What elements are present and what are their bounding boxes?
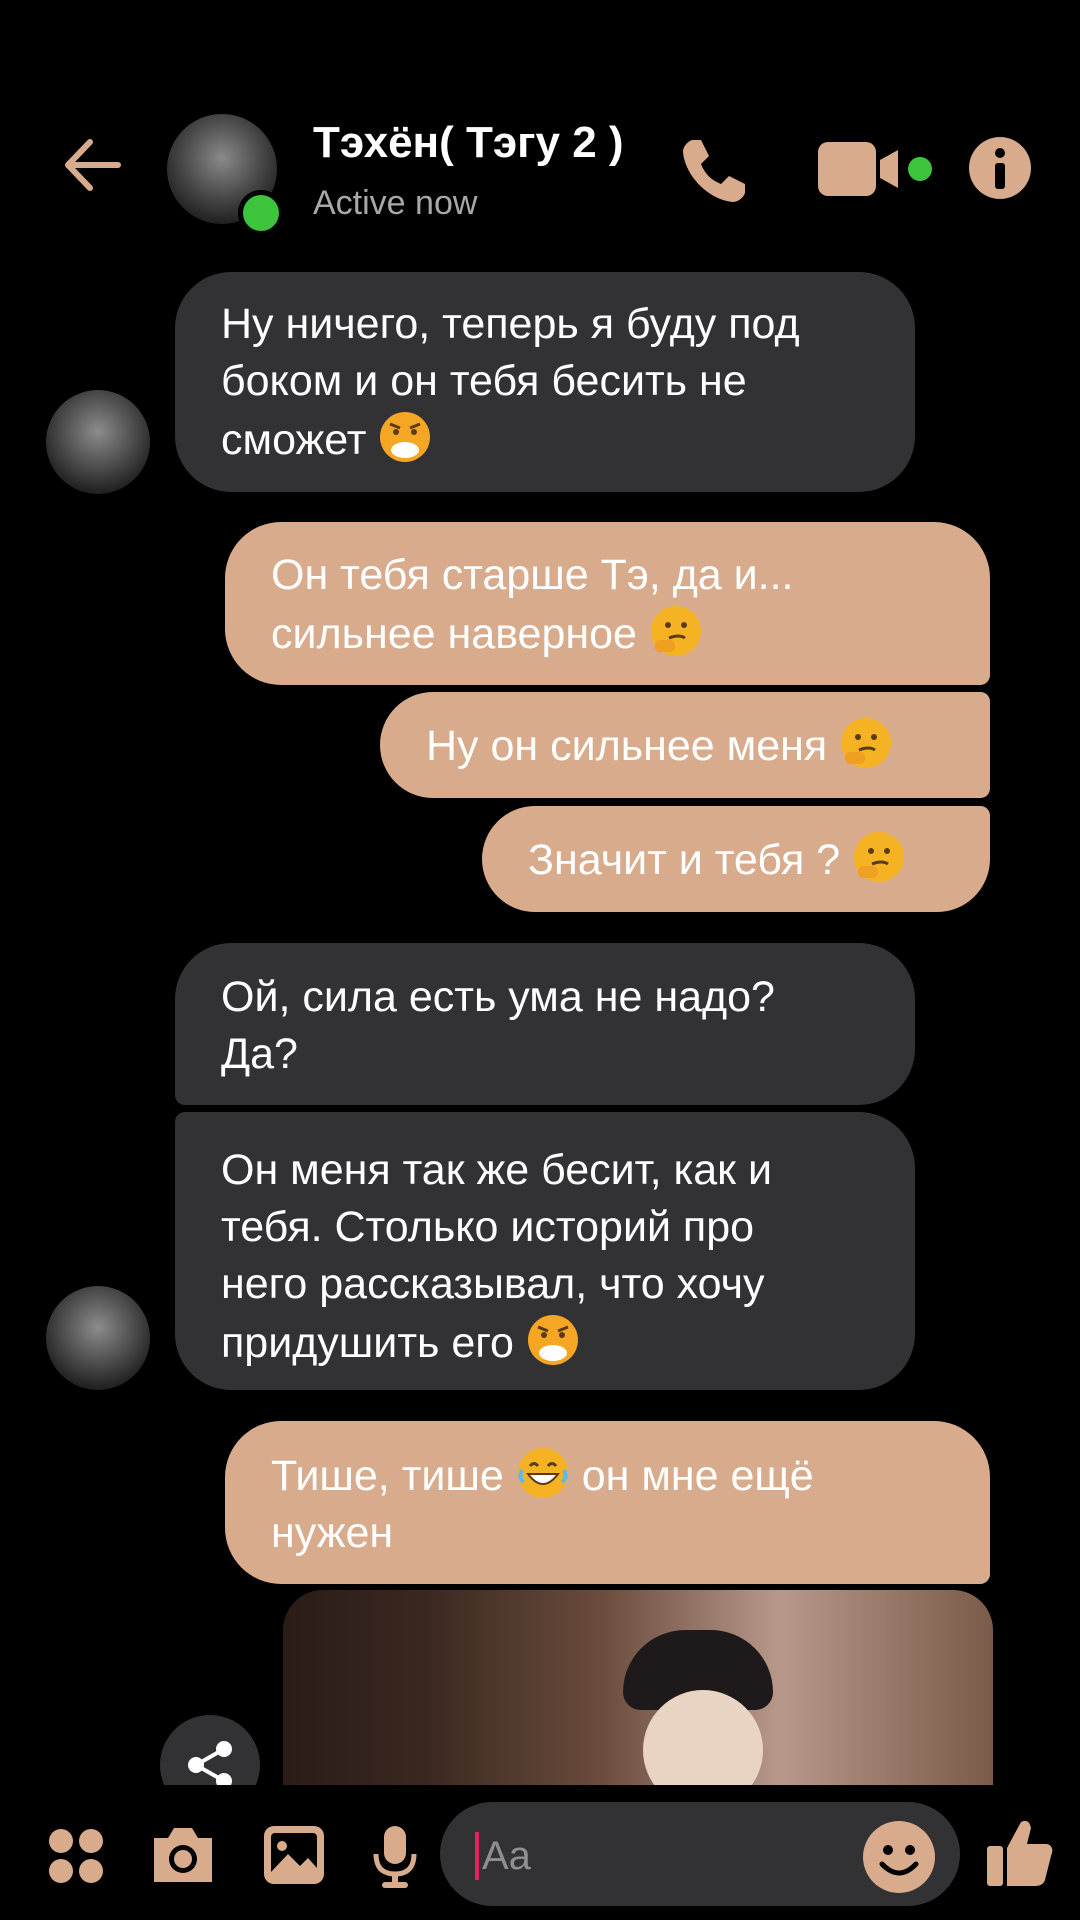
thumbs-up-icon[interactable] [985, 1816, 1055, 1888]
message-bubble-outgoing[interactable]: Значит и тебя ? [482, 806, 990, 912]
message-text: придушить его [221, 1319, 514, 1367]
smiley-icon[interactable] [862, 1820, 936, 1894]
message-text: он мне ещё [581, 1452, 814, 1500]
message-text: сможет [221, 416, 367, 464]
message-text: Да? [221, 1030, 298, 1078]
phone-icon[interactable] [675, 130, 755, 210]
message-text: Значит и тебя ? [528, 836, 841, 884]
angry-face-icon [380, 412, 431, 462]
camera-icon[interactable] [148, 1824, 218, 1886]
arrow-left-icon[interactable] [58, 130, 128, 200]
message-text: Ой, сила есть ума не надо? [221, 973, 775, 1021]
info-icon[interactable] [968, 136, 1032, 200]
message-text: нужен [271, 1509, 394, 1557]
message-text: сильнее наверное [271, 610, 637, 658]
message-bubble-incoming[interactable]: Ой, сила есть ума не надо? Да? [175, 943, 915, 1105]
text-caret [475, 1832, 479, 1880]
thinking-face-icon [841, 718, 892, 768]
four-dots-icon[interactable] [46, 1826, 106, 1886]
sender-avatar[interactable] [46, 390, 150, 494]
share-icon [188, 1741, 232, 1789]
grinning-face-icon [517, 1448, 568, 1498]
thinking-face-icon [854, 832, 905, 882]
microphone-icon[interactable] [370, 1824, 420, 1890]
shared-photo[interactable] [283, 1590, 993, 1785]
message-text: Тише, тише [271, 1452, 504, 1500]
message-bubble-outgoing[interactable]: Ну он сильнее меня [380, 692, 990, 798]
angry-face-icon [527, 1315, 578, 1365]
message-text: Он тебя старше Тэ, да и... [271, 551, 794, 599]
message-text: Ну ничего, теперь я буду под [221, 300, 800, 348]
message-text: Ну он сильнее меня [426, 722, 828, 770]
message-text: него рассказывал, что хочу [221, 1260, 765, 1308]
online-indicator [238, 190, 284, 236]
thinking-face-icon [650, 606, 701, 656]
message-text: боком и он тебя бесить не [221, 357, 747, 405]
message-bubble-outgoing[interactable]: Тише, тише он мне ещё нужен [225, 1421, 990, 1584]
message-bubble-outgoing[interactable]: Он тебя старше Тэ, да и... сильнее навер… [225, 522, 990, 685]
image-icon[interactable] [262, 1824, 326, 1886]
chat-header: Тэхён( Тэгу 2 ) Active now [0, 0, 1080, 260]
contact-name[interactable]: Тэхён( Тэгу 2 ) [313, 118, 624, 168]
message-bubble-incoming[interactable]: Ну ничего, теперь я буду под боком и он … [175, 272, 915, 492]
message-bubble-incoming[interactable]: Он меня так же бесит, как и тебя. Стольк… [175, 1112, 915, 1390]
video-camera-icon[interactable] [818, 138, 938, 200]
message-input-placeholder: Aa [482, 1834, 531, 1878]
message-text: Он меня так же бесит, как и [221, 1146, 772, 1194]
sender-avatar[interactable] [46, 1286, 150, 1390]
active-status: Active now [313, 184, 478, 222]
message-text: тебя. Столько историй про [221, 1203, 755, 1251]
